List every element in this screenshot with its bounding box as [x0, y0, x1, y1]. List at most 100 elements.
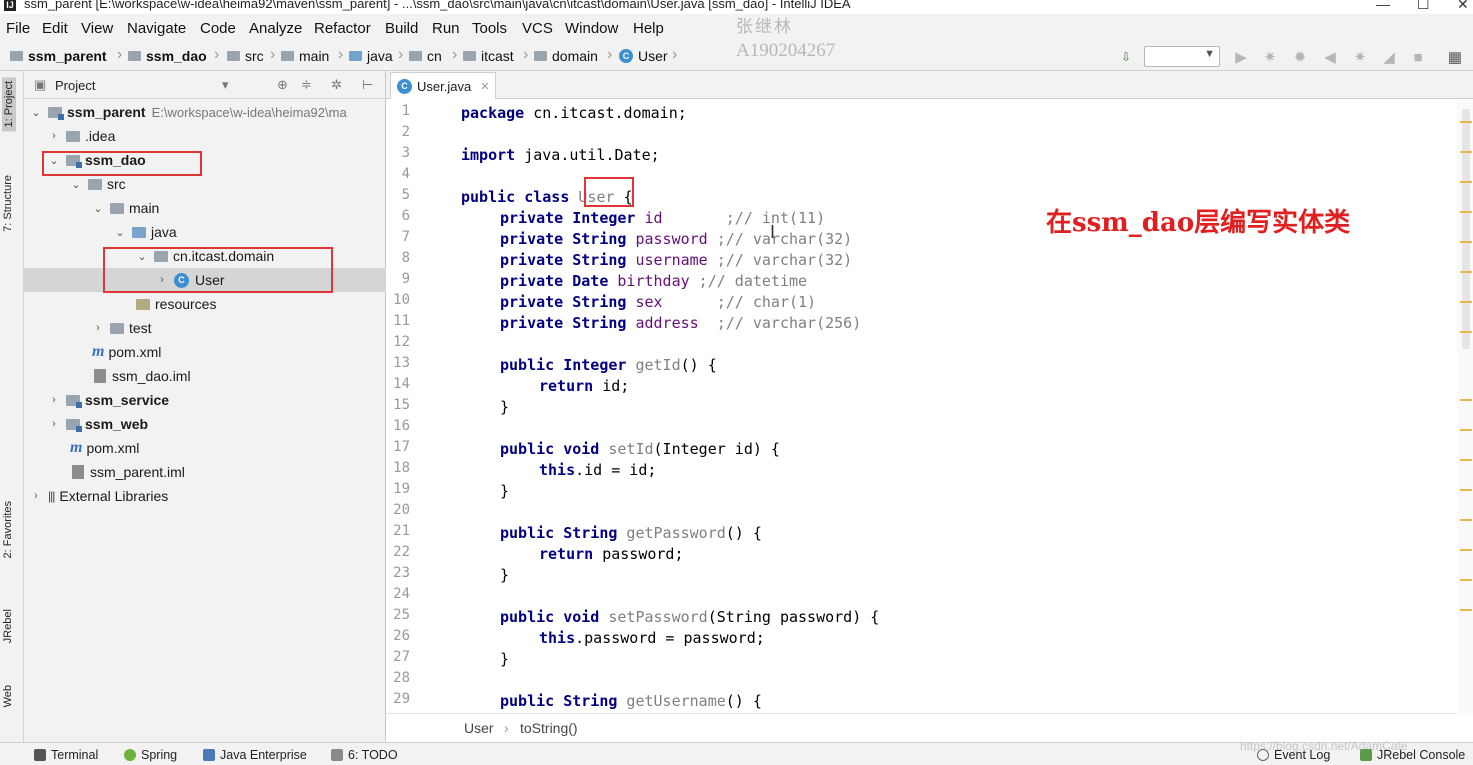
stripe-mark[interactable] [1460, 151, 1472, 153]
error-stripe[interactable] [1457, 99, 1473, 713]
stripe-mark[interactable] [1460, 241, 1472, 243]
tree-item-parent-pom-xml[interactable]: m pom.xml [24, 436, 386, 460]
menu-refactor[interactable]: Refactor [314, 20, 371, 37]
maximize-button[interactable]: ☐ [1417, 0, 1430, 13]
debug-icon[interactable]: ✷ [1261, 48, 1279, 66]
tree-item-ssm-service[interactable]: › ssm_service [24, 388, 386, 412]
menu-build[interactable]: Build [385, 20, 418, 37]
stripe-mark[interactable] [1460, 459, 1472, 461]
stripe-mark[interactable] [1460, 271, 1472, 273]
tool-tab-jrebel[interactable]: JRebel [2, 609, 14, 643]
chevron-down-icon[interactable]: ⌄ [30, 106, 42, 119]
locate-icon[interactable]: ⊕ [277, 77, 288, 93]
breadcrumb-src[interactable]: src [227, 48, 264, 64]
chevron-down-icon[interactable]: ⌄ [48, 154, 60, 167]
chevron-right-icon[interactable]: › [48, 418, 60, 430]
profiler-icon[interactable]: ◢ [1380, 48, 1398, 66]
stripe-mark[interactable] [1460, 211, 1472, 213]
code-area[interactable]: package cn.itcast.domain; import java.ut… [444, 99, 1457, 713]
minimize-button[interactable]: — [1376, 0, 1390, 12]
stripe-mark[interactable] [1460, 399, 1472, 401]
chevron-right-icon[interactable]: › [48, 394, 60, 406]
menu-edit[interactable]: Edit [42, 20, 68, 37]
run-icon[interactable]: ▶ [1232, 48, 1250, 66]
java-enterprise-tab[interactable]: Java Enterprise [203, 748, 307, 762]
tree-item-java[interactable]: ⌄ java [24, 220, 386, 244]
stripe-mark[interactable] [1460, 331, 1472, 333]
tree-item-pom-xml[interactable]: m pom.xml [24, 340, 386, 364]
chevron-right-icon[interactable]: › [48, 130, 60, 142]
jrebel-console-tab[interactable]: JRebel Console [1360, 748, 1465, 762]
tree-item-test[interactable]: › test [24, 316, 386, 340]
stripe-mark[interactable] [1460, 301, 1472, 303]
breadcrumb-ssm-dao[interactable]: ssm_dao [128, 48, 207, 64]
tree-item-resources[interactable]: resources [24, 292, 386, 316]
chevron-right-icon[interactable]: › [30, 490, 42, 502]
spring-tab[interactable]: Spring [124, 748, 177, 762]
tree-item-idea[interactable]: › .idea [24, 124, 386, 148]
tool-tab-web[interactable]: Web [2, 685, 14, 707]
collapse-all-icon[interactable]: ≑ [301, 77, 312, 93]
menu-run[interactable]: Run [432, 20, 460, 37]
tree-item-ssm-parent[interactable]: ⌄ ssm_parent E:\workspace\w-idea\heima92\m… [24, 100, 386, 124]
project-panel-title[interactable]: Project [55, 78, 95, 93]
tool-tab-project[interactable]: 1: Project [2, 77, 16, 132]
stripe-mark[interactable] [1460, 181, 1472, 183]
tree-item-main[interactable]: ⌄ main [24, 196, 386, 220]
chevron-down-icon[interactable]: ▾ [222, 77, 229, 93]
tool-tab-structure[interactable]: 7: Structure [2, 175, 14, 232]
event-log-tab[interactable]: Event Log [1257, 748, 1330, 762]
menu-help[interactable]: Help [633, 20, 664, 37]
chevron-down-icon[interactable]: ⌄ [114, 226, 126, 239]
coverage-icon[interactable]: ✹ [1291, 48, 1309, 66]
run-configuration-select[interactable]: ▼ [1144, 46, 1220, 67]
stripe-mark[interactable] [1460, 609, 1472, 611]
jrebel-debug-icon[interactable]: ✷ [1351, 48, 1369, 66]
code-breadcrumb-class[interactable]: User [464, 720, 494, 736]
chevron-right-icon[interactable]: › [156, 274, 168, 286]
code-breadcrumb-method[interactable]: toString() [520, 720, 578, 736]
menu-tools[interactable]: Tools [472, 20, 507, 37]
breadcrumb-main[interactable]: main [281, 48, 329, 64]
chevron-right-icon[interactable]: › [92, 322, 104, 334]
breadcrumb-cn[interactable]: cn [409, 48, 442, 64]
chevron-down-icon[interactable]: ⌄ [70, 178, 82, 191]
menu-view[interactable]: View [81, 20, 113, 37]
tree-item-ssm-dao[interactable]: ⌄ ssm_dao [24, 148, 386, 172]
editor-tab-user-java[interactable]: C User.java ✕ [390, 72, 497, 99]
project-structure-icon[interactable]: ▦ [1446, 48, 1464, 66]
menu-file[interactable]: File [6, 20, 30, 37]
todo-tab[interactable]: 6: TODO [331, 748, 398, 762]
stripe-mark[interactable] [1460, 579, 1472, 581]
stripe-mark[interactable] [1460, 489, 1472, 491]
stripe-mark[interactable] [1460, 519, 1472, 521]
hide-panel-icon[interactable]: ⊢ [362, 77, 373, 93]
gear-icon[interactable]: ✲ [331, 77, 342, 93]
tree-item-external-libraries[interactable]: › ||| External Libraries [24, 484, 386, 508]
breadcrumb-itcast[interactable]: itcast [463, 48, 514, 64]
stripe-mark[interactable] [1460, 429, 1472, 431]
scrollbar-thumb[interactable] [1462, 109, 1470, 349]
chevron-down-icon[interactable]: ⌄ [92, 202, 104, 215]
stop-icon[interactable]: ■ [1409, 48, 1427, 66]
stripe-mark[interactable] [1460, 121, 1472, 123]
close-icon[interactable]: ✕ [480, 80, 489, 93]
breadcrumb-user[interactable]: C User [619, 48, 668, 64]
breadcrumb-java[interactable]: java [349, 48, 393, 64]
breadcrumb-domain[interactable]: domain [534, 48, 598, 64]
menu-window[interactable]: Window [565, 20, 618, 37]
terminal-tab[interactable]: Terminal [34, 748, 98, 762]
menu-code[interactable]: Code [200, 20, 236, 37]
tree-item-cn-itcast-domain[interactable]: ⌄ cn.itcast.domain [24, 244, 386, 268]
tree-item-ssm-web[interactable]: › ssm_web [24, 412, 386, 436]
close-window-button[interactable]: ✕ [1457, 0, 1469, 13]
build-icon[interactable]: ⇩ [1117, 48, 1135, 66]
tree-item-user[interactable]: › C User [24, 268, 386, 292]
tree-item-ssm-dao-iml[interactable]: ssm_dao.iml [24, 364, 386, 388]
tool-tab-favorites[interactable]: 2: Favorites [2, 501, 14, 558]
tree-item-src[interactable]: ⌄ src [24, 172, 386, 196]
menu-analyze[interactable]: Analyze [249, 20, 302, 37]
menu-navigate[interactable]: Navigate [127, 20, 186, 37]
chevron-down-icon[interactable]: ⌄ [136, 250, 148, 263]
jrebel-run-icon[interactable]: ◀ [1321, 48, 1339, 66]
